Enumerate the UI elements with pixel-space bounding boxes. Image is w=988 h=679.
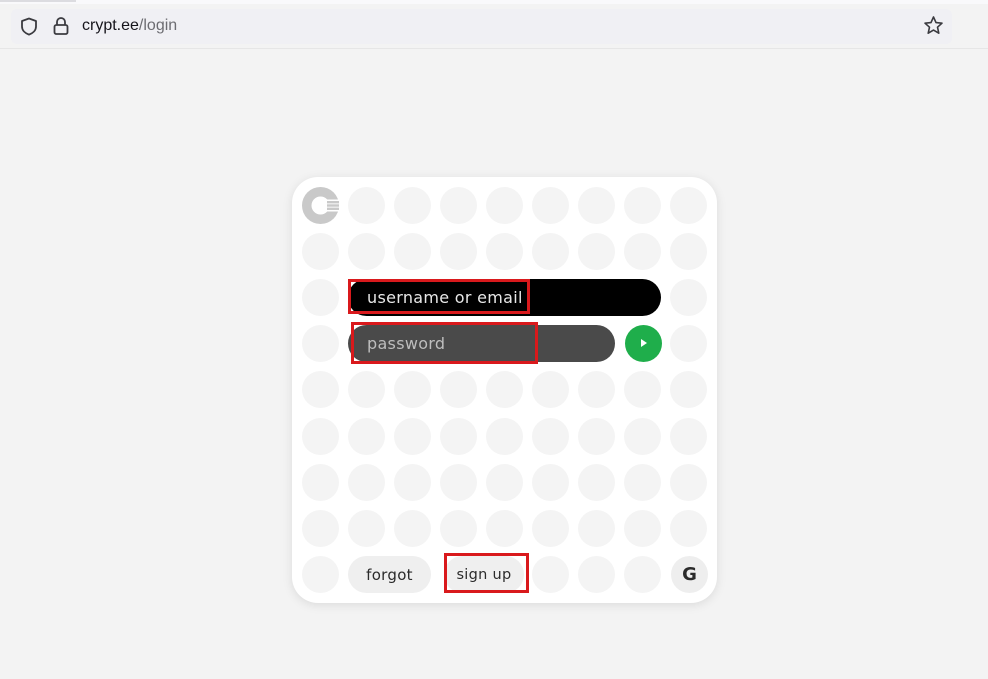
- grid-dot: [302, 509, 339, 547]
- grid-dot: [302, 463, 339, 501]
- toolbar-divider: [0, 48, 988, 49]
- grid-dot: [624, 555, 661, 593]
- grid-dot: [486, 187, 523, 224]
- grid-dot: [302, 233, 339, 271]
- grid-dot: [532, 463, 569, 501]
- grid-dot: [624, 187, 661, 224]
- grid-dot: [670, 417, 707, 455]
- grid-dot: [348, 509, 385, 547]
- google-login-button[interactable]: G: [671, 556, 708, 593]
- star-icon[interactable]: [923, 15, 944, 36]
- grid-dot: [486, 417, 523, 455]
- grid-dot: [348, 463, 385, 501]
- grid-dot: [440, 509, 477, 547]
- grid-dot: [348, 417, 385, 455]
- grid-dot: [440, 417, 477, 455]
- lock-icon[interactable]: [52, 16, 70, 36]
- grid-dot: [624, 463, 661, 501]
- grid-dot: [348, 371, 385, 409]
- grid-dot: [394, 509, 431, 547]
- grid-dot: [532, 555, 569, 593]
- grid-dot: [578, 509, 615, 547]
- grid-dot: [670, 325, 707, 363]
- grid-dot: [670, 233, 707, 271]
- grid-dot: [302, 417, 339, 455]
- grid-dot: [578, 187, 615, 224]
- grid-dot: [394, 417, 431, 455]
- grid-dot: [348, 187, 385, 224]
- grid-dot: [670, 463, 707, 501]
- grid-dot: [440, 187, 477, 224]
- grid-dot: [440, 233, 477, 271]
- grid-dot: [578, 463, 615, 501]
- grid-dot: [670, 279, 707, 317]
- grid-dot: [532, 509, 569, 547]
- sign-up-button[interactable]: sign up: [444, 556, 524, 593]
- url-display[interactable]: crypt.ee/login: [82, 15, 177, 37]
- grid-dot: [394, 463, 431, 501]
- grid-dot: [486, 463, 523, 501]
- grid-dot: [670, 509, 707, 547]
- grid-dot: [578, 233, 615, 271]
- grid-dot: [578, 417, 615, 455]
- grid-dot: [624, 417, 661, 455]
- grid-dot: [394, 187, 431, 224]
- grid-dot: [532, 417, 569, 455]
- grid-dot: [394, 371, 431, 409]
- grid-dot: [532, 187, 569, 224]
- grid-dot: [302, 325, 339, 363]
- grid-dot: [624, 371, 661, 409]
- grid-dot: [532, 371, 569, 409]
- grid-dot: [302, 279, 339, 317]
- login-submit-button[interactable]: [625, 325, 662, 362]
- username-input[interactable]: [348, 279, 661, 316]
- grid-dot: [440, 371, 477, 409]
- grid-dot: [394, 233, 431, 271]
- grid-dot: [348, 233, 385, 271]
- grid-dot: [624, 233, 661, 271]
- grid-dot: [486, 509, 523, 547]
- grid-dot: [302, 555, 339, 593]
- url-path: /login: [138, 17, 178, 34]
- cryptee-logo-icon: [302, 187, 339, 224]
- login-card: forgot sign up G: [292, 177, 717, 603]
- password-input[interactable]: [348, 325, 615, 362]
- forgot-button[interactable]: forgot: [348, 556, 431, 593]
- grid-dot: [624, 509, 661, 547]
- tab-indicator: [0, 0, 76, 2]
- play-arrow-icon: [641, 339, 647, 347]
- grid-dot: [440, 463, 477, 501]
- grid-dot: [578, 555, 615, 593]
- grid-dot: [486, 233, 523, 271]
- shield-icon[interactable]: [20, 17, 38, 36]
- grid-dot: [670, 187, 707, 224]
- grid-dot: [302, 371, 339, 409]
- url-host: crypt.ee: [82, 17, 139, 34]
- tab-strip: [0, 0, 988, 4]
- grid-dot: [578, 371, 615, 409]
- grid-dot: [670, 371, 707, 409]
- grid-dot: [532, 233, 569, 271]
- grid-dot: [486, 371, 523, 409]
